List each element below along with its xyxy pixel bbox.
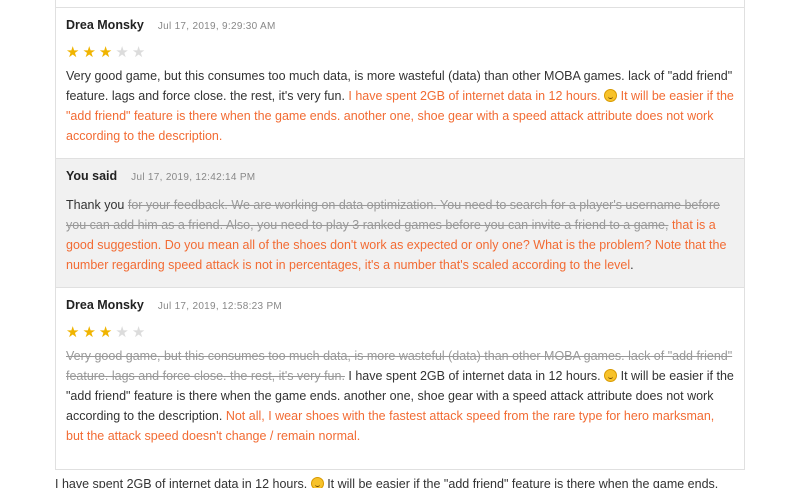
author-name: Drea Monsky [66, 298, 144, 312]
star-empty-icon: ★ [115, 324, 132, 341]
plain-text: Thank you [66, 198, 128, 212]
message-text: Thank you for your feedback. We are work… [66, 195, 734, 275]
message-text: Very good game, but this consumes too mu… [66, 66, 734, 146]
star-filled-icon: ★ [98, 44, 116, 61]
star-filled-icon: ★ [82, 44, 99, 61]
preview-text: I have spent 2GB of internet data in 12 … [55, 477, 311, 488]
message-header: Drea Monsky Jul 17, 2019, 9:29:30 AM [66, 18, 734, 38]
plain-text: I have spent 2GB of internet data in 12 … [344, 369, 605, 383]
grinning-face-icon [604, 89, 618, 102]
star-filled-icon: ★ [82, 324, 99, 341]
review-message: Drea Monsky Jul 17, 2019, 12:58:23 PM ★★… [56, 288, 744, 458]
message-date: Jul 17, 2019, 9:29:30 AM [157, 21, 276, 32]
star-empty-icon: ★ [131, 324, 149, 341]
star-filled-icon: ★ [66, 324, 83, 341]
message-header: Drea Monsky Jul 17, 2019, 12:58:23 PM [66, 298, 734, 318]
star-rating: ★★★★★ [66, 43, 734, 63]
star-empty-icon: ★ [115, 44, 132, 61]
star-rating: ★★★★★ [66, 323, 734, 343]
preview-text-2: It will be easier if the "add friend" fe… [323, 477, 719, 488]
plain-text: . [630, 258, 634, 272]
deleted-text: for your feedback. We are working on dat… [66, 198, 720, 232]
grinning-face-icon [310, 477, 324, 488]
review-thread: Drea Monsky Jul 17, 2019, 9:29:30 AM ★★★… [55, 0, 745, 470]
next-message-preview: I have spent 2GB of internet data in 12 … [55, 474, 745, 488]
message-date: Jul 17, 2019, 12:42:14 PM [131, 172, 256, 183]
star-filled-icon: ★ [66, 44, 83, 61]
grinning-face-icon [604, 369, 618, 382]
star-empty-icon: ★ [131, 44, 149, 61]
star-filled-icon: ★ [98, 324, 116, 341]
thread-top-border [56, 0, 744, 8]
author-name: You said [66, 169, 118, 183]
review-message: Drea Monsky Jul 17, 2019, 9:29:30 AM ★★★… [56, 8, 744, 159]
author-name: Drea Monsky [66, 18, 144, 32]
message-date: Jul 17, 2019, 12:58:23 PM [157, 301, 283, 312]
inserted-text: I have spent 2GB of internet data in 12 … [348, 89, 605, 103]
message-text: Very good game, but this consumes too mu… [66, 346, 734, 446]
developer-reply: You said Jul 17, 2019, 12:42:14 PM Thank… [56, 159, 744, 288]
message-header: You said Jul 17, 2019, 12:42:14 PM [66, 169, 734, 189]
